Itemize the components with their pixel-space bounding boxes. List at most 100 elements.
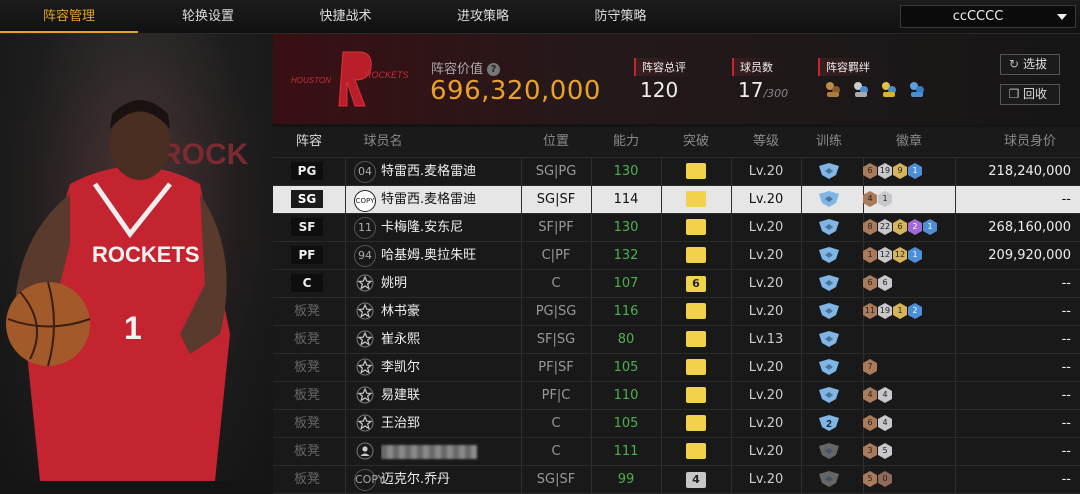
lineup-role[interactable]: SF [273,214,341,241]
training[interactable] [801,214,857,241]
table-row[interactable]: 板凳 王治郅 C 105 Lv.20 2 6 4 -- [273,410,1080,438]
player-name[interactable]: 崔永熙 [381,326,521,353]
training[interactable] [801,466,857,493]
lineup-role[interactable]: 板凳 [273,410,341,437]
tab-offense[interactable]: 进攻策略 [413,0,553,33]
table-row[interactable]: 板凳 C 111 Lv.20 3 5 -- [273,438,1080,466]
badges[interactable]: 7 [863,354,955,381]
lineup-role[interactable]: PG [273,158,341,185]
table-row[interactable]: 板凳 崔永熙 SF|SG 80 Lv.13 -- [273,326,1080,354]
lineup-role[interactable]: 板凳 [273,466,341,493]
breakthrough[interactable] [661,242,731,269]
col-lineup[interactable]: 阵容 [273,127,345,157]
breakthrough[interactable] [661,158,731,185]
bond-icon-2[interactable] [852,80,870,98]
table-row[interactable]: PF 94 哈基姆.奥拉朱旺 C|PF 132 Lv.20 1 12 12 1 209,920,00… [273,242,1080,270]
breakthrough[interactable] [661,354,731,381]
breakthrough[interactable] [661,186,731,213]
col-badges[interactable]: 徽章 [863,127,955,157]
training[interactable] [801,158,857,185]
player-name[interactable]: 迈克尔.乔丹 [381,466,521,493]
player-name[interactable] [381,438,521,465]
tab-lineup[interactable]: 阵容管理 [0,0,138,33]
col-ability[interactable]: 能力 [591,127,661,157]
table-row[interactable]: C 姚明 C 107 6 Lv.20 6 6 -- [273,270,1080,298]
bond-icon-4[interactable] [908,80,926,98]
table-row[interactable]: SG COPY 特雷西.麦格雷迪 SG|SF 114 Lv.20 4 1 -- [273,186,1080,214]
player-name[interactable]: 卡梅隆.安东尼 [381,214,521,241]
tab-defense[interactable]: 防守策略 [553,0,688,33]
player-name[interactable]: 特雷西.麦格雷迪 [381,186,521,213]
breakthrough[interactable] [661,214,731,241]
breakthrough[interactable] [661,326,731,353]
training[interactable] [801,382,857,409]
help-icon[interactable]: ? [487,63,501,76]
training[interactable] [801,270,857,297]
breakthrough[interactable]: 4 [661,466,731,493]
training[interactable] [801,438,857,465]
col-level[interactable]: 等级 [731,127,801,157]
badges[interactable]: 6 19 9 1 [863,158,955,185]
tab-quick-tactics[interactable]: 快捷战术 [278,0,413,33]
bond-icon-1[interactable] [824,80,842,98]
breakthrough[interactable] [661,410,731,437]
badges[interactable]: 44 [863,382,955,409]
select-button[interactable]: ↻ 选拔 [1000,54,1060,75]
player-name[interactable]: 哈基姆.奥拉朱旺 [381,242,521,269]
col-position[interactable]: 位置 [521,127,591,157]
breakthrough[interactable] [661,298,731,325]
badges[interactable]: 50 [863,466,955,493]
badges[interactable]: 41 [863,186,955,213]
lineup-role[interactable]: C [273,270,341,297]
lineup-role[interactable]: 板凳 [273,354,341,381]
training[interactable] [801,326,857,353]
training[interactable] [801,242,857,269]
col-name[interactable]: 球员名 [353,127,413,157]
player-name[interactable]: 林书豪 [381,298,521,325]
badges[interactable]: 11 19 1 2 [863,298,955,325]
badge-hex-icon: 22 [878,219,892,235]
bond-icon-3[interactable] [880,80,898,98]
table-row[interactable]: 板凳 林书豪 PG|SG 116 Lv.20 11 19 1 2 -- [273,298,1080,326]
training[interactable]: 2 [801,410,857,437]
badges[interactable]: 35 [863,438,955,465]
lineup-role[interactable]: SG [273,186,341,213]
lineup-role[interactable]: 板凳 [273,298,341,325]
chevron-down-icon [1057,14,1067,20]
player-name[interactable]: 李凯尔 [381,354,521,381]
svg-text:2: 2 [826,419,832,430]
table-row[interactable]: 板凳 易建联 PF|C 110 Lv.20 4 4 -- [273,382,1080,410]
player-name[interactable]: 姚明 [381,270,521,297]
col-training[interactable]: 训练 [801,127,857,157]
recycle-button[interactable]: ❐ 回收 [1000,84,1060,105]
breakthrough[interactable] [661,382,731,409]
player-name[interactable]: 特雷西.麦格雷迪 [381,158,521,185]
tab-rotation[interactable]: 轮换设置 [138,0,278,33]
table-row[interactable]: 板凳 李凯尔 PF|SF 105 Lv.20 7 -- [273,354,1080,382]
training[interactable] [801,354,857,381]
col-breakthrough[interactable]: 突破 [661,127,731,157]
lineup-role[interactable]: 板凳 [273,382,341,409]
table-row[interactable]: SF 11 卡梅隆.安东尼 SF|PF 130 Lv.20 8 22 6 2 1 268,160,00… [273,214,1080,242]
lineup-role[interactable]: 板凳 [273,326,341,353]
player-name[interactable]: 王治郅 [381,410,521,437]
training[interactable] [801,186,857,213]
badges[interactable]: 66 [863,270,955,297]
breakthrough[interactable]: 6 [661,270,731,297]
user-dropdown[interactable]: ccCCCC [900,5,1076,28]
badges[interactable]: 1 12 12 1 [863,242,955,269]
table-row[interactable]: 板凳 COPY 迈克尔.乔丹 SG|SF 99 4 Lv.20 5 0 -- [273,466,1080,494]
breakthrough[interactable] [661,438,731,465]
badges[interactable] [863,326,955,353]
col-player-value[interactable]: 球员身价 [985,127,1075,157]
lineup-role[interactable]: PF [273,242,341,269]
badges[interactable]: 8 22 6 2 1 [863,214,955,241]
badges[interactable]: 64 [863,410,955,437]
role-label: 板凳 [293,388,320,403]
training[interactable] [801,298,857,325]
table-row[interactable]: PG 04 特雷西.麦格雷迪 SG|PG 130 Lv.20 6 19 9 1 218,240,00… [273,158,1080,186]
player-ability: 116 [613,304,639,319]
lineup-role[interactable]: 板凳 [273,438,341,465]
player-name[interactable]: 易建联 [381,382,521,409]
crown-icon [686,247,706,263]
